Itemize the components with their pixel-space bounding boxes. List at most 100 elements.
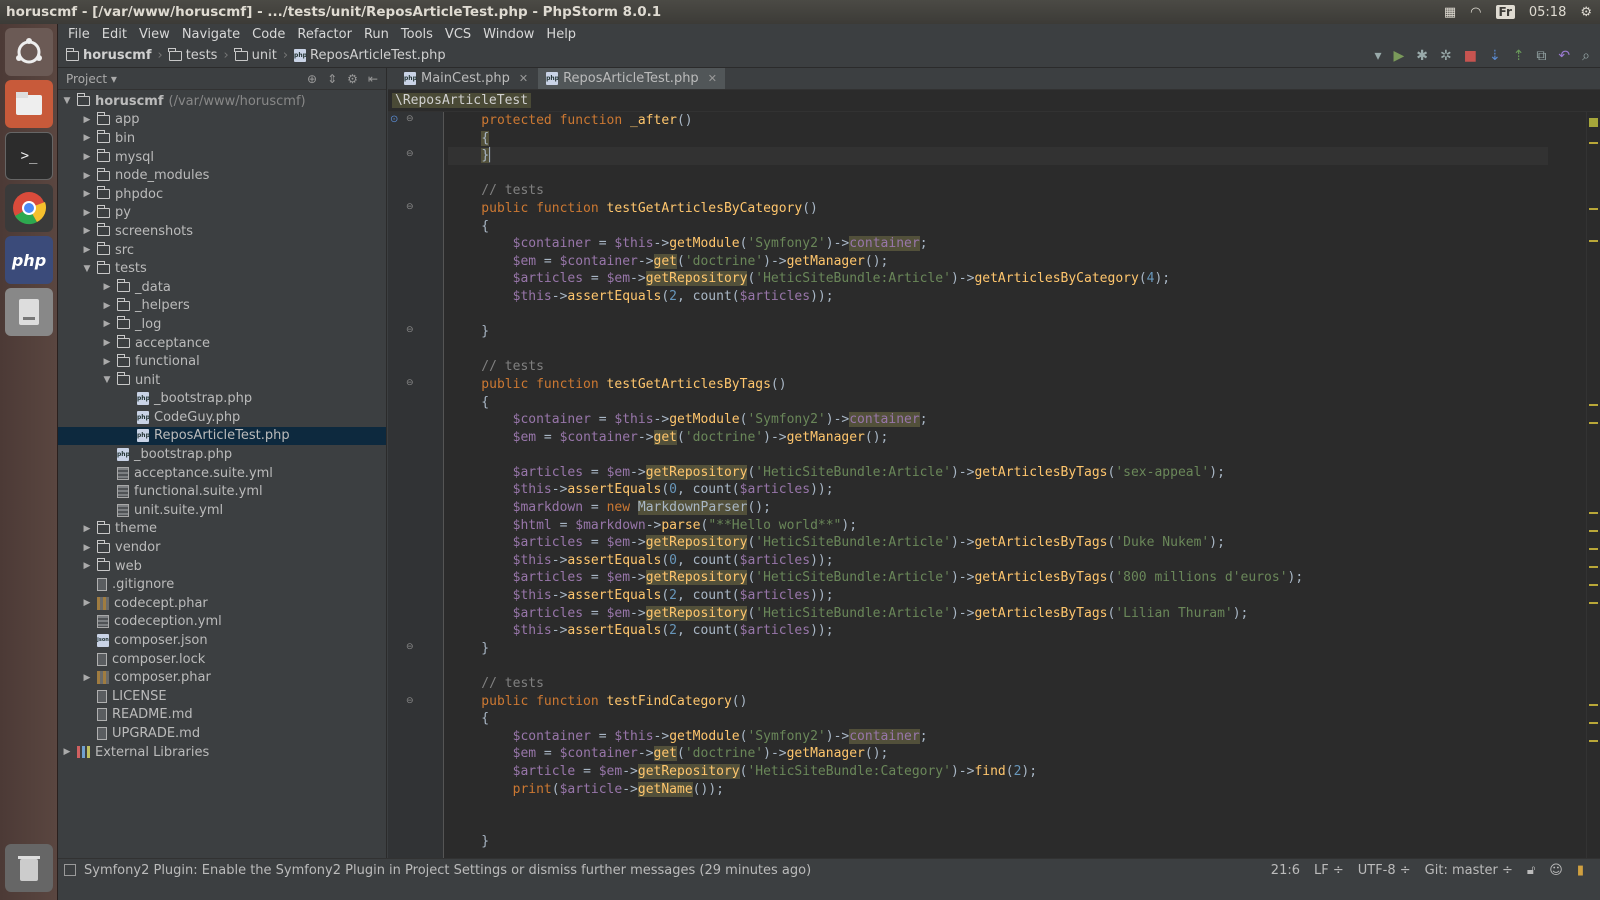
warning-marker[interactable]	[1589, 566, 1598, 568]
tree-item[interactable]: ▶ codecept.phar	[58, 594, 386, 613]
vcs-compare-icon[interactable]: ⧉	[1536, 48, 1546, 64]
tree-item[interactable]: ▶ theme	[58, 520, 386, 539]
warning-marker[interactable]	[1589, 740, 1598, 742]
collapsed-arrow-icon[interactable]: ▶	[100, 319, 114, 329]
menu-refactor[interactable]: Refactor	[291, 27, 358, 42]
tree-item-selected[interactable]: php ReposArticleTest.php	[58, 426, 386, 446]
tree-item[interactable]: php CodeGuy.php	[58, 408, 386, 427]
file-encoding[interactable]: UTF-8 ÷	[1358, 863, 1411, 878]
phpstorm-icon[interactable]: php	[5, 236, 53, 284]
warning-marker[interactable]	[1589, 240, 1598, 242]
expanded-arrow-icon[interactable]: ▼	[100, 375, 114, 385]
warning-marker[interactable]	[1589, 602, 1598, 604]
inspector-icon[interactable]: ☺︎	[1549, 863, 1563, 878]
breadcrumb-file[interactable]: php ReposArticleTest.php	[294, 48, 446, 63]
fold-marker-icon[interactable]: ⊖	[406, 642, 414, 652]
collapse-all-icon[interactable]: ⇕	[327, 72, 337, 86]
chrome-icon[interactable]	[5, 184, 53, 232]
tree-item[interactable]: ▶ node_modules	[58, 166, 386, 185]
tree-item[interactable]: ▶ composer.phar	[58, 668, 386, 687]
tree-item[interactable]: ▶ app	[58, 111, 386, 130]
gear-icon[interactable]: ⚙	[347, 72, 358, 86]
expanded-arrow-icon[interactable]: ▼	[60, 96, 74, 106]
lock-icon[interactable]: 🔓︎	[1527, 863, 1535, 878]
breadcrumb-unit[interactable]: unit	[234, 47, 277, 63]
collapsed-arrow-icon[interactable]: ▶	[100, 357, 114, 367]
editor-error-stripe[interactable]	[1586, 112, 1600, 858]
tree-item[interactable]: README.md	[58, 706, 386, 725]
collapsed-arrow-icon[interactable]: ▶	[80, 208, 94, 218]
event-log-icon[interactable]: ▮	[1577, 863, 1584, 878]
editor-gutter[interactable]: ⊙ ⊖ ⊖ ⊖ ⊖ ⊖ ⊖ ⊖	[388, 112, 444, 858]
tree-root[interactable]: ▼ horuscmf (/var/www/horuscmf)	[58, 92, 386, 111]
tree-item[interactable]: ▶ src	[58, 241, 386, 260]
collapsed-arrow-icon[interactable]: ▶	[80, 189, 94, 199]
warning-marker[interactable]	[1589, 722, 1598, 724]
menu-run[interactable]: Run	[358, 27, 395, 42]
collapsed-arrow-icon[interactable]: ▶	[80, 561, 94, 571]
keyboard-layout-indicator[interactable]: Fr	[1495, 5, 1515, 19]
vcs-branch[interactable]: Git: master ÷	[1425, 863, 1513, 878]
revert-icon[interactable]: ↶	[1558, 48, 1570, 64]
collapsed-arrow-icon[interactable]: ▶	[100, 282, 114, 292]
tree-item[interactable]: unit.suite.yml	[58, 501, 386, 520]
tree-item[interactable]: ▶ screenshots	[58, 222, 386, 241]
fold-marker-icon[interactable]: ⊖	[406, 696, 414, 706]
fold-marker-icon[interactable]: ⊖	[406, 378, 414, 388]
collapsed-arrow-icon[interactable]: ▶	[80, 524, 94, 534]
warning-marker[interactable]	[1589, 208, 1598, 210]
tree-item[interactable]: LICENSE	[58, 687, 386, 706]
hide-panel-icon[interactable]: ⇤	[368, 72, 378, 86]
terminal-icon[interactable]: >_	[5, 132, 53, 180]
menu-file[interactable]: File	[62, 27, 96, 42]
inspection-status-icon[interactable]	[1589, 118, 1598, 127]
tree-item[interactable]: php _bootstrap.php	[58, 445, 386, 464]
collapsed-arrow-icon[interactable]: ▶	[80, 226, 94, 236]
tree-item[interactable]: .gitignore	[58, 575, 386, 594]
tree-item[interactable]: ▶ functional	[58, 352, 386, 371]
warning-marker[interactable]	[1589, 704, 1598, 706]
tree-item[interactable]: ▼ tests	[58, 259, 386, 278]
collapsed-arrow-icon[interactable]: ▶	[80, 133, 94, 143]
warning-marker[interactable]	[1589, 530, 1598, 532]
tree-item[interactable]: ▶ acceptance	[58, 334, 386, 353]
debug-icon[interactable]: ✱	[1416, 48, 1428, 64]
fold-marker-icon[interactable]: ⊖	[406, 149, 414, 159]
tree-item[interactable]: ▶ _log	[58, 315, 386, 334]
close-tab-icon[interactable]: ✕	[519, 72, 528, 85]
stop-icon[interactable]: ■	[1464, 48, 1477, 64]
collapsed-arrow-icon[interactable]: ▶	[80, 543, 94, 553]
tree-item[interactable]: ▶ py	[58, 204, 386, 223]
tree-item[interactable]: php _bootstrap.php	[58, 390, 386, 409]
tab-maincest[interactable]: php MainCest.php ✕	[396, 68, 536, 89]
collapsed-arrow-icon[interactable]: ▶	[80, 673, 94, 683]
warning-marker[interactable]	[1589, 584, 1598, 586]
locate-icon[interactable]: ⊕	[307, 72, 317, 86]
tree-item[interactable]: ▶ phpdoc	[58, 185, 386, 204]
vcs-commit-icon[interactable]: ⇡	[1513, 48, 1525, 64]
status-message[interactable]: Symfony2 Plugin: Enable the Symfony2 Plu…	[58, 863, 1271, 878]
warning-marker[interactable]	[1589, 548, 1598, 550]
coverage-icon[interactable]: ✲	[1440, 48, 1452, 64]
menu-window[interactable]: Window	[477, 27, 540, 42]
run-config-dropdown-icon[interactable]: ▾	[1374, 48, 1381, 64]
settings-gear-icon[interactable]: ⚙	[1580, 5, 1592, 20]
vcs-update-icon[interactable]: ⇣	[1489, 48, 1501, 64]
files-manager-icon[interactable]	[5, 80, 53, 128]
tree-item[interactable]: ▶ bin	[58, 129, 386, 148]
tree-item[interactable]: ▼ unit	[58, 371, 386, 390]
project-view-dropdown[interactable]: Project ▾	[66, 72, 117, 86]
collapsed-arrow-icon[interactable]: ▶	[80, 598, 94, 608]
tool-windows-toggle-icon[interactable]	[64, 864, 76, 876]
collapsed-arrow-icon[interactable]: ▶	[80, 245, 94, 255]
menu-navigate[interactable]: Navigate	[176, 27, 246, 42]
collapsed-arrow-icon[interactable]: ▶	[80, 152, 94, 162]
line-separator[interactable]: LF ÷	[1314, 863, 1344, 878]
wifi-icon[interactable]: ◠	[1470, 5, 1481, 20]
ubuntu-dash-icon[interactable]	[5, 28, 53, 76]
caret-position[interactable]: 21:6	[1271, 863, 1300, 878]
expanded-arrow-icon[interactable]: ▼	[80, 264, 94, 274]
collapsed-arrow-icon[interactable]: ▶	[100, 338, 114, 348]
menu-edit[interactable]: Edit	[96, 27, 133, 42]
search-icon[interactable]: ⌕	[1582, 48, 1590, 64]
